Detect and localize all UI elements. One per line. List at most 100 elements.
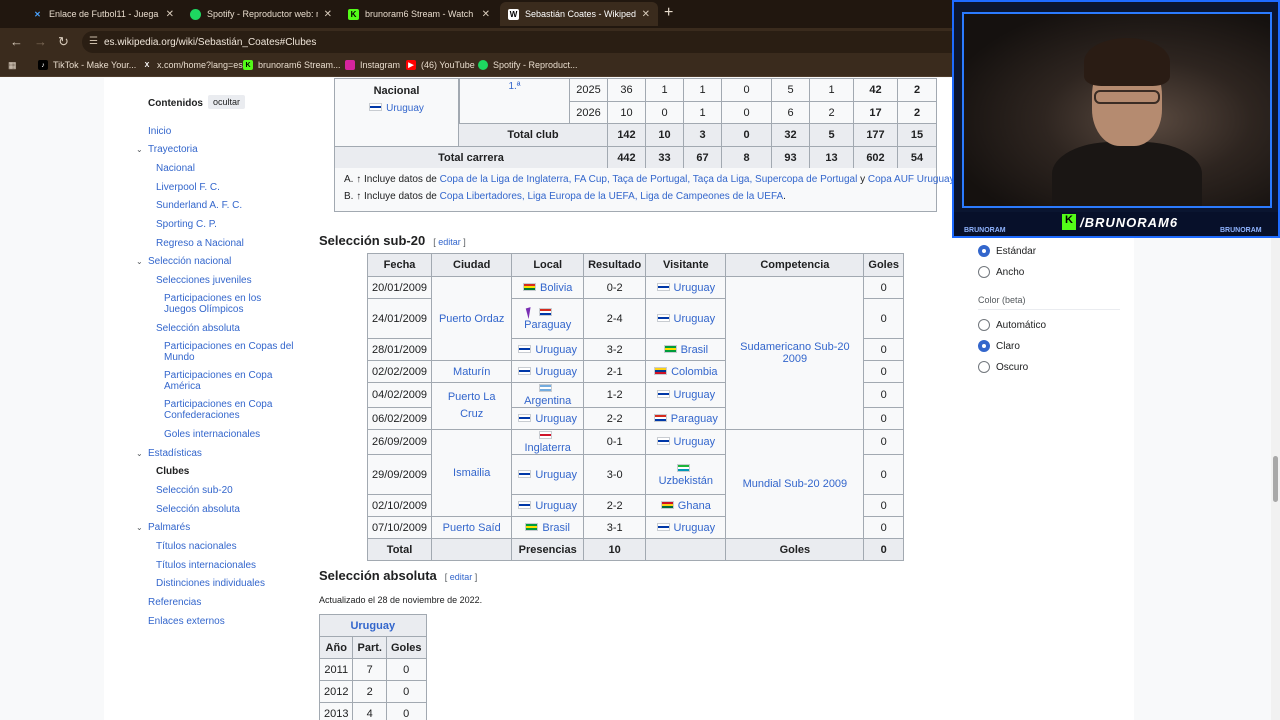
team-link[interactable]: Uruguay <box>674 436 716 448</box>
team-link[interactable]: Colombia <box>671 366 717 378</box>
city-link[interactable]: Ismailia <box>431 429 513 517</box>
city-link[interactable]: Puerto Saíd <box>431 516 513 539</box>
tab-futbol11[interactable]: ✕ Enlace de Futbol11 - Juega al ju ✕ <box>24 2 182 26</box>
edit-link[interactable]: [ editar ] <box>433 237 466 247</box>
toc-item[interactable]: Referencias <box>148 597 201 608</box>
team-link[interactable]: Ghana <box>678 500 711 512</box>
radio-icon[interactable] <box>978 361 990 373</box>
url-input[interactable]: ☰ es.wikipedia.org/wiki/Sebastián_Coates… <box>82 31 962 53</box>
team-link[interactable]: Brasil <box>542 522 570 534</box>
toc-item[interactable]: Inicio <box>148 126 171 137</box>
division-link[interactable]: 1.ª <box>459 78 570 124</box>
note-links[interactable]: Copa de la Liga de Inglaterra, FA Cup, T… <box>440 174 858 185</box>
radio-icon[interactable] <box>978 319 990 331</box>
competition-link[interactable]: Mundial Sub-20 2009 <box>725 429 865 539</box>
chevron-down-icon[interactable]: ⌄ <box>136 523 143 532</box>
team-link[interactable]: Uruguay <box>674 282 716 294</box>
tab-kick[interactable]: K brunoram6 Stream - Watch Live ✕ <box>340 2 498 26</box>
bookmark-instagram[interactable]: Instagram <box>345 60 400 70</box>
team-link[interactable]: Uruguay <box>674 313 716 325</box>
team-link[interactable]: Uruguay <box>674 389 716 401</box>
toc-item-current[interactable]: Clubes <box>156 466 189 477</box>
color-dark-option[interactable]: Oscuro <box>978 361 1028 373</box>
close-icon[interactable]: ✕ <box>166 9 174 20</box>
toc-item[interactable]: Selección nacional <box>148 256 231 267</box>
toc-item[interactable]: Distinciones individuales <box>156 578 265 589</box>
toc-hide-button[interactable]: ocultar <box>208 95 246 109</box>
team-link[interactable]: Argentina <box>524 395 571 407</box>
close-icon[interactable]: ✕ <box>482 9 490 20</box>
color-auto-option[interactable]: Automático <box>978 319 1046 331</box>
toc-item[interactable]: Goles internacionales <box>164 429 260 440</box>
team-link[interactable]: Uruguay <box>535 469 577 481</box>
site-info-icon[interactable]: ☰ <box>89 36 98 47</box>
close-icon[interactable]: ✕ <box>642 9 650 20</box>
bookmark-x[interactable]: Xx.com/home?lang=es <box>142 60 243 70</box>
city-link[interactable]: Puerto La Cruz <box>431 382 513 430</box>
team-link[interactable]: Inglaterra <box>524 442 570 454</box>
apps-icon[interactable]: ▦ <box>8 60 17 71</box>
team-link[interactable]: Paraguay <box>524 319 571 331</box>
note-link[interactable]: Copa AUF Uruguay <box>868 174 954 185</box>
team-link[interactable]: Uruguay <box>535 500 577 512</box>
width-wide-option[interactable]: Ancho <box>978 266 1024 278</box>
toc-item[interactable]: Títulos nacionales <box>156 541 237 552</box>
new-tab-icon[interactable]: + <box>664 4 673 22</box>
radio-icon[interactable] <box>978 266 990 278</box>
edit-text[interactable]: editar <box>450 572 473 582</box>
chevron-down-icon[interactable]: ⌄ <box>136 145 143 154</box>
toc-item[interactable]: Liverpool F. C. <box>156 182 220 193</box>
bookmark-kick[interactable]: Kbrunoram6 Stream... <box>243 60 341 70</box>
width-standard-option[interactable]: Estándar <box>978 245 1036 257</box>
toc-item[interactable]: Títulos internacionales <box>156 560 256 571</box>
forward-icon[interactable]: → <box>34 34 47 49</box>
competition-link[interactable]: Sudamericano Sub-20 2009 <box>725 276 865 430</box>
city-link[interactable]: Puerto Ordaz <box>431 276 513 361</box>
bookmark-youtube[interactable]: ▶ (46) YouTube <box>406 60 475 70</box>
bookmark-spotify[interactable]: Spotify - Reproduct... <box>478 60 578 70</box>
country-link[interactable]: Uruguay <box>386 103 424 114</box>
toc-item[interactable]: Participaciones en Copa Confederaciones <box>164 399 294 421</box>
scrollbar-thumb[interactable] <box>1273 456 1278 502</box>
team-link[interactable]: Brasil <box>681 344 709 356</box>
note-links[interactable]: Copa Libertadores, Liga Europa de la UEF… <box>440 191 784 202</box>
team-link[interactable]: Uruguay <box>535 366 577 378</box>
column-header: Competencia <box>725 253 865 277</box>
toc-item[interactable]: Estadísticas <box>148 448 202 459</box>
back-icon[interactable]: ← <box>10 34 23 49</box>
radio-checked-icon[interactable] <box>978 245 990 257</box>
toc-item[interactable]: Sporting C. P. <box>156 219 217 230</box>
team-link[interactable]: Uruguay <box>535 413 577 425</box>
team-link[interactable]: Uruguay <box>535 344 577 356</box>
toc-item[interactable]: Palmarés <box>148 522 190 533</box>
tab-spotify[interactable]: Spotify - Reproductor web: mús ✕ <box>182 2 340 26</box>
team-header-link[interactable]: Uruguay <box>319 614 427 637</box>
toc-item[interactable]: Participaciones en Copas del Mundo <box>164 341 294 363</box>
city-link[interactable]: Maturín <box>431 360 513 383</box>
toc-item[interactable]: Sunderland A. F. C. <box>156 200 242 211</box>
edit-link[interactable]: [ editar ] <box>445 572 478 582</box>
toc-item[interactable]: Selección absoluta <box>156 323 240 334</box>
radio-checked-icon[interactable] <box>978 340 990 352</box>
toc-item[interactable]: Enlaces externos <box>148 616 225 627</box>
bookmark-tiktok[interactable]: ♪ TikTok - Make Your... <box>38 60 136 70</box>
team-link[interactable]: Bolivia <box>540 282 572 294</box>
chevron-down-icon[interactable]: ⌄ <box>136 257 143 266</box>
toc-item[interactable]: Trayectoria <box>148 144 198 155</box>
tab-wikipedia[interactable]: W Sebastián Coates - Wikipedia, la ✕ <box>500 2 658 26</box>
chevron-down-icon[interactable]: ⌄ <box>136 449 143 458</box>
team-link[interactable]: Paraguay <box>671 413 718 425</box>
toc-item[interactable]: Selecciones juveniles <box>156 275 252 286</box>
close-icon[interactable]: ✕ <box>324 9 332 20</box>
reload-icon[interactable]: ↻ <box>58 34 69 50</box>
toc-item[interactable]: Participaciones en Copa América <box>164 370 294 392</box>
toc-item[interactable]: Participaciones en los Juegos Olímpicos <box>164 293 294 315</box>
team-link[interactable]: Uruguay <box>674 522 716 534</box>
toc-item[interactable]: Selección absoluta <box>156 504 240 515</box>
team-link[interactable]: Uzbekistán <box>659 475 713 487</box>
color-light-option[interactable]: Claro <box>978 340 1020 352</box>
edit-text[interactable]: editar <box>438 237 461 247</box>
toc-item[interactable]: Nacional <box>156 163 195 174</box>
toc-item[interactable]: Regreso a Nacional <box>156 238 244 249</box>
toc-item[interactable]: Selección sub-20 <box>156 485 233 496</box>
